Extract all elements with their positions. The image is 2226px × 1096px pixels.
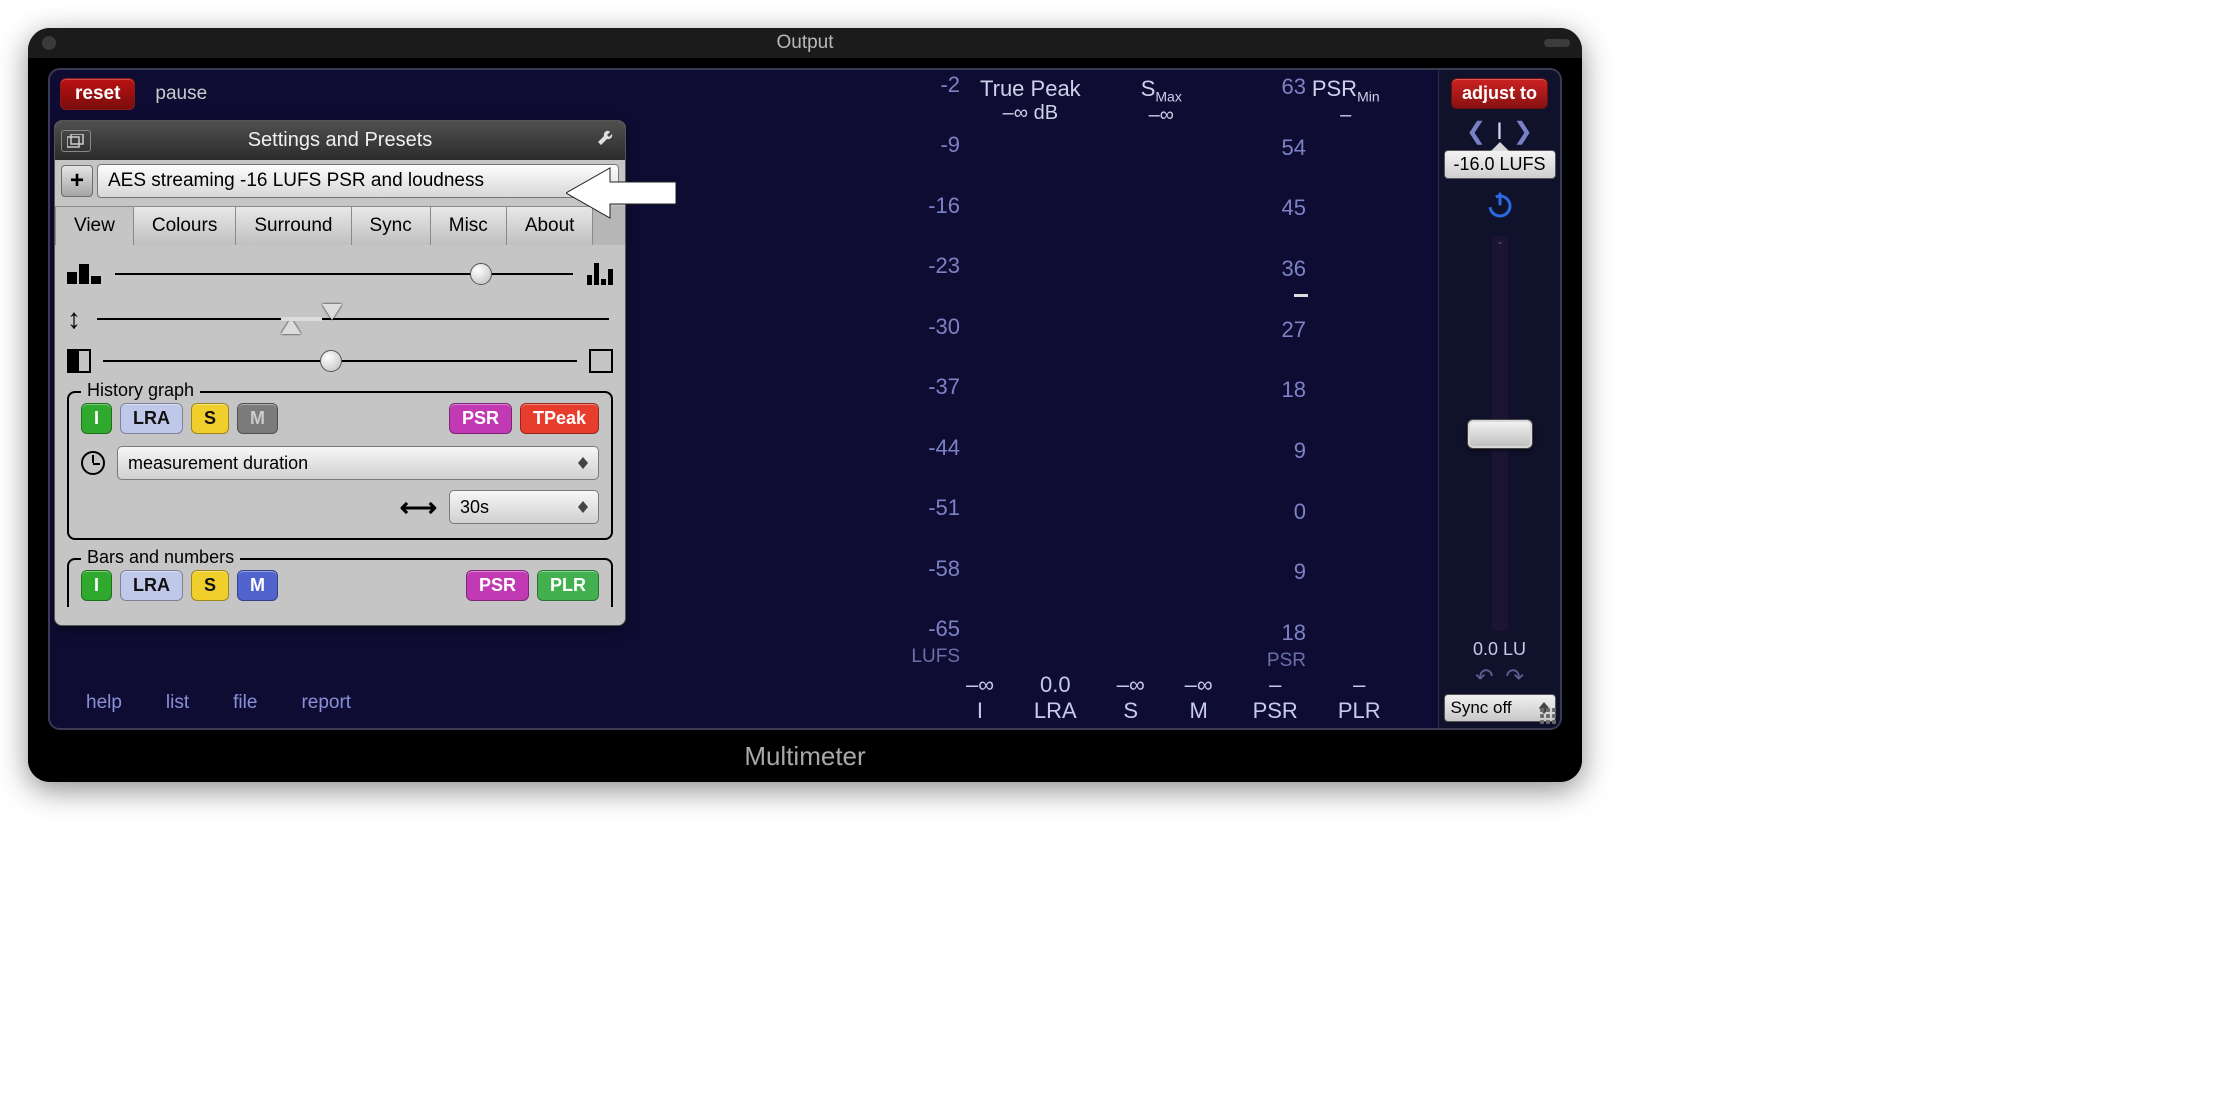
- stat-truepeak: True Peak –∞ dB: [980, 76, 1081, 127]
- redo-icon[interactable]: ↷: [1506, 664, 1524, 690]
- chip-lra[interactable]: LRA: [120, 403, 183, 434]
- chip-psr[interactable]: PSR: [449, 403, 512, 434]
- wrench-icon[interactable]: [595, 128, 615, 154]
- tab-colours[interactable]: Colours: [133, 206, 236, 245]
- reset-button[interactable]: reset: [60, 78, 135, 110]
- prev-target-icon[interactable]: ❮: [1466, 117, 1486, 146]
- next-target-icon[interactable]: ❯: [1513, 117, 1533, 146]
- chip-s[interactable]: S: [191, 403, 229, 434]
- main: reset pause Settings and Presets: [28, 58, 1582, 782]
- contrast-slider[interactable]: [103, 360, 577, 362]
- view-tab-body: ↕: [55, 245, 625, 625]
- horizontal-arrow-icon: ⟷: [400, 492, 437, 523]
- narrow-bars-icon: [587, 263, 613, 285]
- target-readout[interactable]: -16.0 LUFS: [1444, 150, 1556, 179]
- undo-icon[interactable]: ↶: [1475, 664, 1493, 690]
- tab-view[interactable]: View: [55, 206, 134, 245]
- settings-header: Settings and Presets: [55, 121, 625, 160]
- settings-panel: Settings and Presets + AES streaming -16…: [54, 120, 626, 626]
- readouts: –∞I 0.0LRA –∞S –∞M –PSR –PLR: [966, 672, 1381, 724]
- chip-tpeak[interactable]: TPeak: [520, 403, 599, 434]
- duration-value: 30s: [460, 497, 489, 518]
- readout-i: –∞I: [966, 672, 994, 724]
- titlebar[interactable]: Output: [28, 28, 1582, 58]
- duplicate-window-icon[interactable]: [61, 130, 91, 152]
- tab-misc[interactable]: Misc: [430, 206, 507, 245]
- chip2-lra[interactable]: LRA: [120, 570, 183, 601]
- chip2-m[interactable]: M: [237, 570, 278, 601]
- readout-lra: 0.0LRA: [1034, 672, 1077, 724]
- preset-select[interactable]: AES streaming -16 LUFS PSR and loudness: [97, 164, 619, 198]
- titlebar-pill-icon: [1544, 39, 1570, 47]
- chip2-plr[interactable]: PLR: [537, 570, 599, 601]
- spinner-icon: [578, 457, 588, 469]
- tab-sync[interactable]: Sync: [351, 206, 431, 245]
- sync-value: Sync off: [1451, 698, 1512, 718]
- right-axis: 63 54 45 36 27 18 9 0 9 18PSR: [1266, 74, 1306, 672]
- bars-legend: Bars and numbers: [81, 547, 240, 568]
- stat-smax: SMax –∞: [1141, 76, 1182, 127]
- footer-title: Multimeter: [48, 730, 1562, 782]
- spinner-icon: [578, 501, 588, 513]
- plugin-window: Output reset pause Settings and Presets: [28, 28, 1582, 782]
- history-legend: History graph: [81, 380, 200, 401]
- target-marker-icon: [1294, 294, 1308, 297]
- wide-bars-icon: [67, 264, 101, 284]
- graph-canvas: reset pause Settings and Presets: [50, 70, 1438, 728]
- sync-select[interactable]: Sync off: [1444, 694, 1556, 722]
- chip2-s[interactable]: S: [191, 570, 229, 601]
- clock-icon: [81, 451, 105, 475]
- link-list[interactable]: list: [166, 692, 189, 714]
- duration-mode-value: measurement duration: [128, 453, 308, 474]
- pause-button[interactable]: pause: [155, 83, 207, 105]
- close-icon[interactable]: [42, 36, 56, 50]
- callout-arrow-icon: [566, 166, 676, 225]
- gain-slider[interactable]: [1492, 236, 1508, 631]
- power-icon[interactable]: [1486, 191, 1514, 226]
- left-axis: -2 -9 -16 -23 -30 -37 -44 -51 -58 -65LUF…: [910, 72, 960, 668]
- bars-numbers-group: Bars and numbers I LRA S M PSR PLR: [67, 558, 613, 607]
- resize-grip-icon[interactable]: [1540, 708, 1556, 724]
- settings-tabs: View Colours Surround Sync Misc About: [55, 206, 625, 245]
- chip2-psr[interactable]: PSR: [466, 570, 529, 601]
- chip2-i[interactable]: I: [81, 570, 112, 601]
- link-help[interactable]: help: [86, 692, 122, 714]
- range-slider[interactable]: [97, 318, 609, 320]
- tab-surround[interactable]: Surround: [235, 206, 351, 245]
- settings-title: Settings and Presets: [248, 129, 433, 151]
- empty-box-icon: [589, 349, 613, 373]
- bottom-links: help list file report: [86, 692, 351, 714]
- chip-m[interactable]: M: [237, 403, 278, 434]
- vertical-range-icon: ↕: [67, 303, 81, 335]
- side-column: adjust to ❮ I ❯ -16.0 LUFS 0.0 LU ↶ ↷: [1438, 70, 1560, 728]
- preset-value: AES streaming -16 LUFS PSR and loudness: [108, 170, 484, 192]
- link-report[interactable]: report: [301, 692, 351, 714]
- bar-width-slider[interactable]: [115, 273, 573, 275]
- half-fill-icon: [67, 349, 91, 373]
- duration-select[interactable]: 30s: [449, 490, 599, 524]
- duration-mode-select[interactable]: measurement duration: [117, 446, 599, 480]
- window-title: Output: [776, 32, 833, 54]
- add-preset-button[interactable]: +: [61, 165, 93, 197]
- plugin-body: reset pause Settings and Presets: [48, 68, 1562, 730]
- history-graph-group: History graph I LRA S M PSR TPeak: [67, 391, 613, 540]
- stat-psrmin: PSRMin –: [1312, 76, 1380, 127]
- link-file[interactable]: file: [233, 692, 257, 714]
- lu-readout: 0.0 LU: [1473, 639, 1526, 660]
- readout-m: –∞M: [1185, 672, 1213, 724]
- header-stats: True Peak –∞ dB SMax –∞ PSRMin –: [980, 76, 1380, 127]
- readout-s: –∞S: [1117, 672, 1145, 724]
- readout-psr: –PSR: [1253, 672, 1298, 724]
- chip-i[interactable]: I: [81, 403, 112, 434]
- readout-plr: –PLR: [1338, 672, 1381, 724]
- adjust-to-button[interactable]: adjust to: [1451, 78, 1548, 109]
